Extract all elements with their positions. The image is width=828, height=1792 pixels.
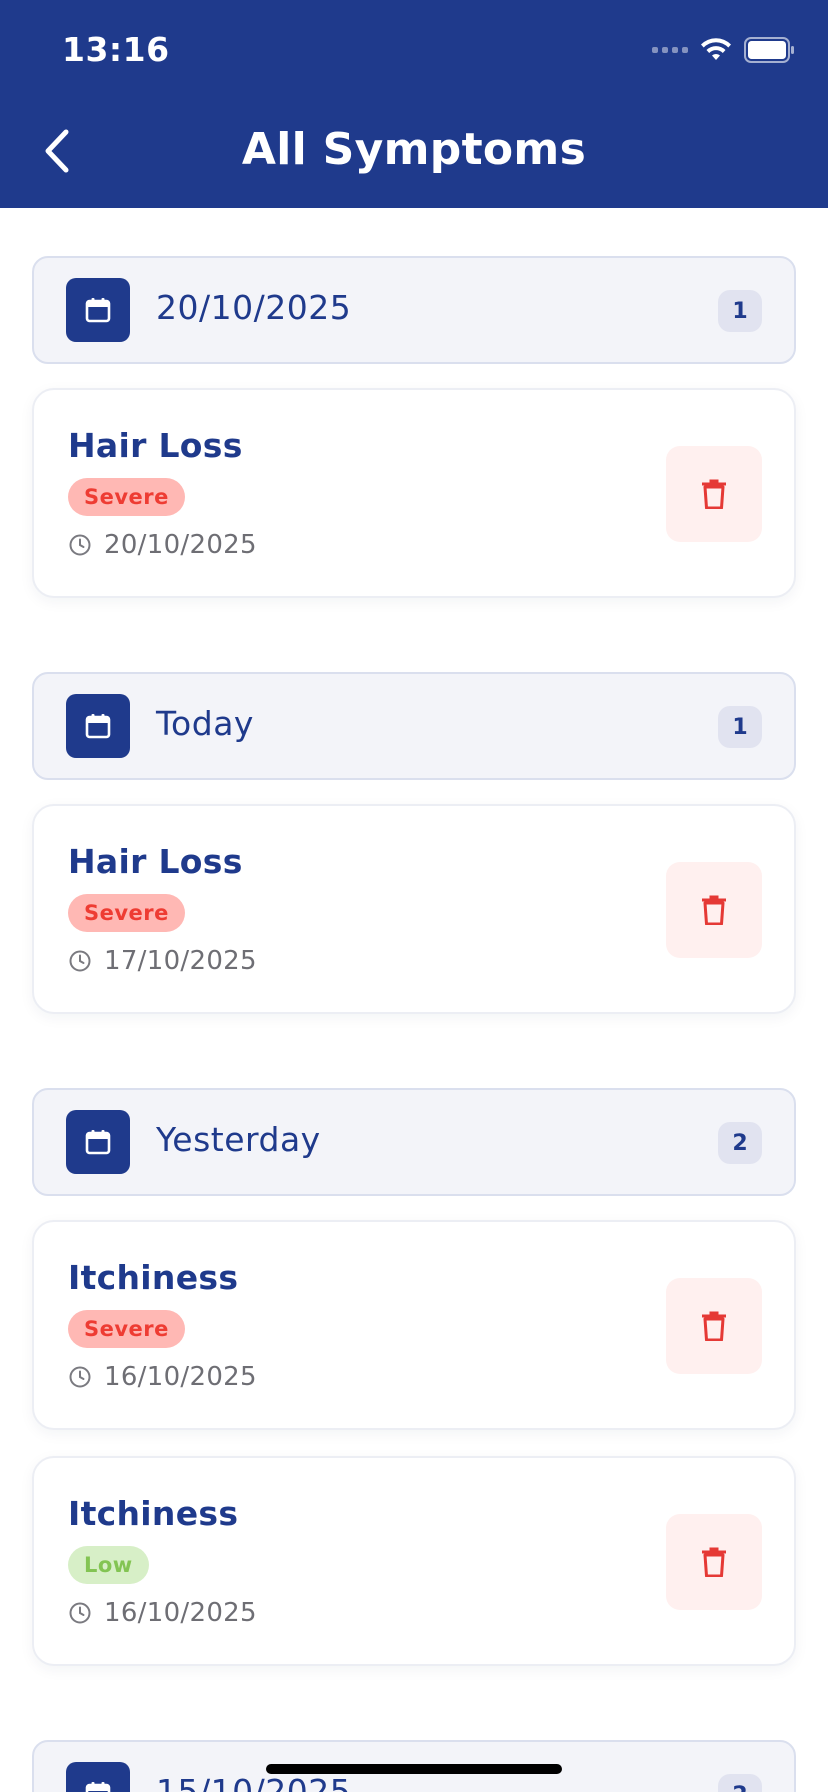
symptom-card[interactable]: Itchiness Low 16/10/2025 — [32, 1456, 796, 1666]
symptom-card[interactable]: Hair Loss Severe 20/10/2025 — [32, 388, 796, 598]
calendar-icon-box — [66, 694, 130, 758]
symptom-date-row: 16/10/2025 — [68, 1598, 257, 1628]
page-title: All Symptoms — [241, 124, 587, 175]
symptom-date: 17/10/2025 — [104, 946, 257, 976]
battery-icon — [744, 37, 794, 63]
symptom-date: 20/10/2025 — [104, 530, 257, 560]
clock-icon — [69, 950, 91, 972]
symptom-card[interactable]: Hair Loss Severe 17/10/2025 — [32, 804, 796, 1014]
symptom-name: Hair Loss — [68, 842, 243, 881]
symptom-name: Itchiness — [68, 1258, 239, 1297]
delete-button[interactable] — [666, 862, 762, 958]
trash-icon — [702, 1547, 726, 1577]
symptom-list[interactable]: 20/10/2025 1 Hair Loss Severe 20/10/2025 — [0, 208, 828, 1792]
symptom-date-row: 16/10/2025 — [68, 1362, 257, 1392]
clock-icon — [69, 1366, 91, 1388]
date-group-label: Yesterday — [156, 1120, 321, 1159]
delete-button[interactable] — [666, 1514, 762, 1610]
severity-badge: Severe — [68, 1310, 185, 1348]
calendar-icon-box — [66, 278, 130, 342]
clock-icon — [69, 1602, 91, 1624]
severity-badge: Low — [68, 1546, 149, 1584]
trash-icon — [702, 479, 726, 509]
trash-icon — [702, 895, 726, 925]
wifi-icon — [701, 38, 731, 60]
home-indicator[interactable] — [266, 1764, 562, 1774]
date-group-label: 20/10/2025 — [156, 288, 352, 327]
symptom-date: 16/10/2025 — [104, 1598, 257, 1628]
calendar-icon — [85, 1782, 111, 1792]
status-bar-time: 13:16 — [62, 30, 170, 69]
date-group-header: 20/10/2025 1 — [32, 256, 796, 364]
clock-icon — [69, 534, 91, 556]
symptom-date: 16/10/2025 — [104, 1362, 257, 1392]
status-bar-icons — [652, 36, 796, 64]
calendar-icon-box — [66, 1110, 130, 1174]
group-count-badge: 1 — [718, 290, 762, 332]
calendar-icon — [85, 714, 111, 739]
delete-button[interactable] — [666, 446, 762, 542]
group-count-badge: 1 — [718, 706, 762, 748]
app-header: 13:16 All Symptoms — [0, 0, 828, 208]
group-count-badge: 2 — [718, 1122, 762, 1164]
symptom-name: Itchiness — [68, 1494, 239, 1533]
cellular-signal-icon — [652, 47, 688, 53]
calendar-icon-box — [66, 1762, 130, 1792]
severity-badge: Severe — [68, 478, 185, 516]
severity-badge: Severe — [68, 894, 185, 932]
date-group-label: Today — [156, 704, 254, 743]
group-count-badge: 2 — [718, 1774, 762, 1792]
calendar-icon — [85, 1130, 111, 1155]
symptom-card[interactable]: Itchiness Severe 16/10/2025 — [32, 1220, 796, 1430]
date-group-header: Today 1 — [32, 672, 796, 780]
date-group-header: Yesterday 2 — [32, 1088, 796, 1196]
date-group-label: 15/10/2025 — [156, 1772, 352, 1792]
symptom-date-row: 20/10/2025 — [68, 530, 257, 560]
delete-button[interactable] — [666, 1278, 762, 1374]
calendar-icon — [85, 298, 111, 323]
symptom-name: Hair Loss — [68, 426, 243, 465]
symptom-date-row: 17/10/2025 — [68, 946, 257, 976]
trash-icon — [702, 1311, 726, 1341]
